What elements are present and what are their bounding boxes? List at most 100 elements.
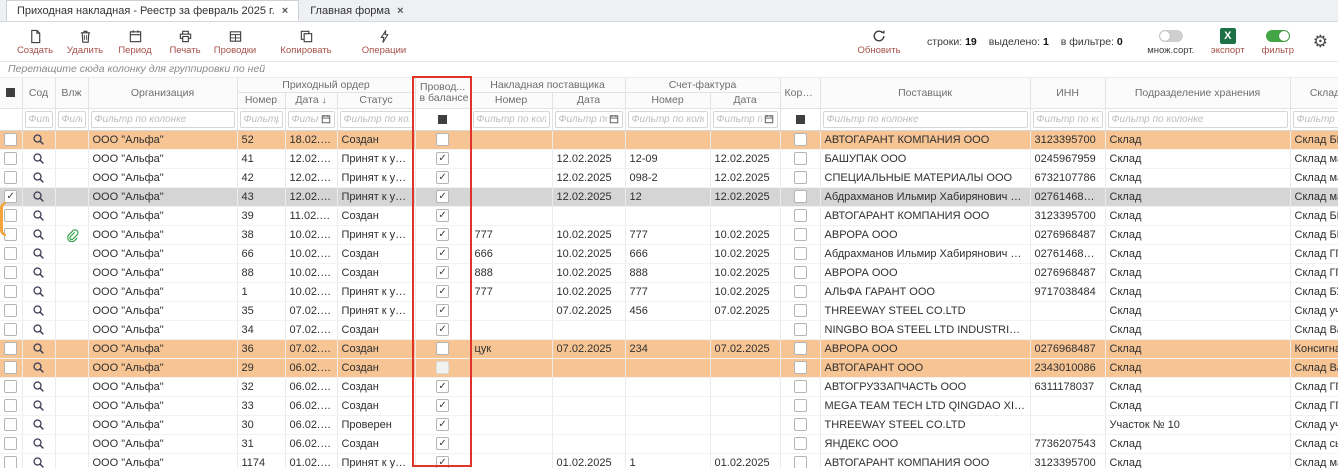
row-select-cell[interactable]	[0, 396, 22, 415]
table-row[interactable]: ООО "Альфа"5218.02.2025СозданАВТОГАРАНТ …	[0, 130, 1338, 149]
row-select-cell[interactable]: ✓	[0, 187, 22, 206]
correction-checkbox[interactable]	[794, 266, 807, 279]
select-all-icon[interactable]	[6, 88, 15, 97]
header-supplier[interactable]: Поставщик	[820, 78, 1030, 108]
cell-posted-balance[interactable]	[415, 358, 470, 377]
correction-checkbox[interactable]	[794, 133, 807, 146]
table-row[interactable]: ООО "Альфа"4112.02.2025Принят к учету✓12…	[0, 149, 1338, 168]
correction-checkbox[interactable]	[794, 209, 807, 222]
posted-checkbox[interactable]: ✓	[436, 285, 449, 298]
posted-checkbox[interactable]: ✓	[436, 228, 449, 241]
open-record-cell[interactable]	[22, 149, 55, 168]
cell-correction[interactable]	[780, 339, 820, 358]
table-row[interactable]: ООО "Альфа"6610.02.2025Создан✓66610.02.2…	[0, 244, 1338, 263]
filter-input-invoice-date[interactable]	[717, 114, 762, 125]
cell-correction[interactable]	[780, 130, 820, 149]
open-record-cell[interactable]	[22, 225, 55, 244]
correction-checkbox[interactable]	[794, 285, 807, 298]
posted-checkbox[interactable]: ✓	[436, 437, 449, 450]
cell-correction[interactable]	[780, 225, 820, 244]
magnifier-icon[interactable]	[32, 342, 45, 355]
cell-correction[interactable]	[780, 415, 820, 434]
row-select-cell[interactable]	[0, 301, 22, 320]
refresh-button[interactable]: Обновить	[847, 23, 911, 61]
posted-checkbox[interactable]: ✓	[436, 152, 449, 165]
operations-button[interactable]: Операции	[352, 23, 416, 61]
posted-checkbox[interactable]: ✓	[436, 456, 449, 468]
cell-correction[interactable]	[780, 263, 820, 282]
open-record-cell[interactable]	[22, 320, 55, 339]
cell-correction[interactable]	[780, 187, 820, 206]
posted-checkbox[interactable]	[436, 342, 449, 355]
row-select-checkbox[interactable]	[4, 171, 17, 184]
open-record-cell[interactable]	[22, 301, 55, 320]
open-record-cell[interactable]	[22, 396, 55, 415]
posted-checkbox[interactable]: ✓	[436, 304, 449, 317]
row-select-checkbox[interactable]: ✓	[4, 190, 17, 203]
open-record-cell[interactable]	[22, 130, 55, 149]
tab-close-icon[interactable]: ×	[282, 5, 288, 17]
cell-correction[interactable]	[780, 320, 820, 339]
open-record-cell[interactable]	[22, 206, 55, 225]
row-select-checkbox[interactable]	[4, 133, 17, 146]
filter-input-supplier-invoice-date[interactable]	[559, 114, 607, 125]
cell-posted-balance[interactable]: ✓	[415, 453, 470, 468]
cell-correction[interactable]	[780, 453, 820, 468]
row-select-cell[interactable]	[0, 130, 22, 149]
posted-checkbox[interactable]: ✓	[436, 323, 449, 336]
correction-checkbox[interactable]	[794, 228, 807, 241]
open-record-cell[interactable]	[22, 282, 55, 301]
filter-toggle-button[interactable]: фильтр	[1253, 23, 1303, 61]
filter-input-inn[interactable]	[1037, 114, 1099, 125]
magnifier-icon[interactable]	[32, 171, 45, 184]
create-button[interactable]: Создать	[10, 23, 60, 61]
header-content[interactable]: Сод	[22, 78, 55, 108]
export-button[interactable]: X экспорт	[1203, 23, 1253, 61]
cell-correction[interactable]	[780, 396, 820, 415]
row-select-cell[interactable]	[0, 282, 22, 301]
magnifier-icon[interactable]	[32, 285, 45, 298]
header-attachment[interactable]: Влж	[55, 78, 88, 108]
cell-correction[interactable]	[780, 244, 820, 263]
row-select-checkbox[interactable]	[4, 380, 17, 393]
magnifier-icon[interactable]	[32, 380, 45, 393]
posted-checkbox[interactable]: ✓	[436, 247, 449, 260]
cell-correction[interactable]	[780, 168, 820, 187]
multisort-toggle-button[interactable]: множ.сорт.	[1139, 23, 1203, 61]
row-select-cell[interactable]	[0, 263, 22, 282]
correction-checkbox[interactable]	[794, 247, 807, 260]
correction-checkbox[interactable]	[794, 304, 807, 317]
table-row[interactable]: ООО "Альфа"3407.02.2025Создан✓NINGBO BOA…	[0, 320, 1338, 339]
sort-descending-icon[interactable]: ↓	[322, 95, 327, 106]
open-record-cell[interactable]	[22, 358, 55, 377]
row-select-checkbox[interactable]	[4, 152, 17, 165]
posted-checkbox[interactable]: ✓	[436, 399, 449, 412]
table-row[interactable]: ООО "Альфа"3206.02.2025Создан✓АВТОГРУЗЗА…	[0, 377, 1338, 396]
row-select-checkbox[interactable]	[4, 399, 17, 412]
header-inn[interactable]: ИНН	[1030, 78, 1105, 108]
cell-correction[interactable]	[780, 434, 820, 453]
header-status[interactable]: Статус	[337, 92, 415, 108]
posted-filter-checkbox[interactable]	[438, 115, 447, 124]
posted-checkbox[interactable]: ✓	[436, 190, 449, 203]
cell-posted-balance[interactable]: ✓	[415, 225, 470, 244]
grouping-dropzone[interactable]: Перетащите сюда колонку для группировки …	[0, 62, 1338, 78]
print-button[interactable]: Печать	[160, 23, 210, 61]
posted-checkbox[interactable]: ✓	[436, 418, 449, 431]
row-select-cell[interactable]	[0, 206, 22, 225]
open-record-cell[interactable]	[22, 263, 55, 282]
magnifier-icon[interactable]	[32, 399, 45, 412]
period-button[interactable]: Период	[110, 23, 160, 61]
filter-input-attachment[interactable]	[62, 114, 82, 125]
row-select-checkbox[interactable]	[4, 342, 17, 355]
cell-posted-balance[interactable]: ✓	[415, 415, 470, 434]
filter-input-content[interactable]	[29, 114, 49, 125]
filter-input-order-number[interactable]	[244, 114, 279, 125]
row-select-cell[interactable]	[0, 377, 22, 396]
open-record-cell[interactable]	[22, 415, 55, 434]
tab-close-icon[interactable]: ×	[397, 5, 403, 17]
magnifier-icon[interactable]	[32, 228, 45, 241]
header-posted-balance[interactable]: Провод... в балансе	[415, 78, 470, 108]
table-row[interactable]: ООО "Альфа"3911.02.2025Создан✓АВТОГАРАНТ…	[0, 206, 1338, 225]
filter-input-warehouse[interactable]	[1297, 114, 1338, 125]
